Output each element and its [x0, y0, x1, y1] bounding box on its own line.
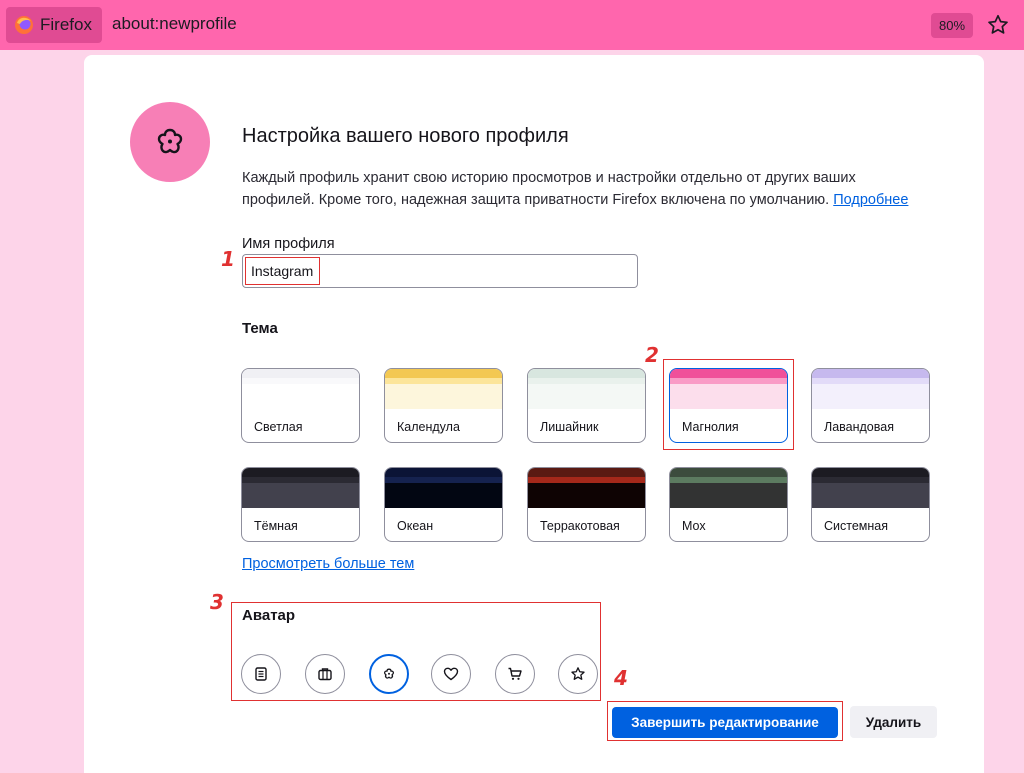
- swatch-bar: [670, 384, 787, 409]
- avatar-option-shopping-cart[interactable]: [495, 654, 535, 694]
- more-themes-link[interactable]: Просмотреть больше тем: [242, 556, 414, 572]
- theme-label: Терракотовая: [540, 519, 620, 533]
- profile-name-input[interactable]: [242, 254, 638, 288]
- swatch-bar: [528, 483, 645, 508]
- theme-swatch: [385, 468, 502, 508]
- avatar-option-briefcase[interactable]: [305, 654, 345, 694]
- swatch-bar: [242, 468, 359, 477]
- flower-icon: [157, 128, 183, 154]
- page-title: Настройка вашего нового профиля: [242, 125, 569, 147]
- delete-button[interactable]: Удалить: [850, 706, 937, 738]
- theme-swatch: [812, 468, 929, 508]
- swatch-bar: [242, 483, 359, 508]
- theme-card-lichen[interactable]: Лишайник: [527, 368, 646, 443]
- swatch-bar: [812, 369, 929, 378]
- swatch-bar: [528, 369, 645, 378]
- theme-swatch: [242, 369, 359, 409]
- swatch-bar: [528, 384, 645, 409]
- avatar-option-flower[interactable]: [369, 654, 409, 694]
- annotation-number: 2: [645, 343, 659, 367]
- theme-card-moss[interactable]: Мох: [669, 467, 788, 542]
- theme-label: Лавандовая: [824, 420, 894, 434]
- browser-toolbar: Firefox about:newprofile 80%: [0, 0, 1024, 50]
- swatch-bar: [242, 369, 359, 378]
- theme-label: Тёмная: [254, 519, 298, 533]
- swatch-bar: [385, 483, 502, 508]
- profile-card: Настройка вашего нового профиля Каждый п…: [84, 55, 984, 773]
- theme-card-light[interactable]: Светлая: [241, 368, 360, 443]
- bookmark-star-icon[interactable]: [986, 13, 1010, 37]
- theme-swatch: [528, 468, 645, 508]
- theme-swatch: [670, 369, 787, 409]
- avatar-heading: Аватар: [242, 607, 296, 624]
- theme-swatch: [242, 468, 359, 508]
- finish-editing-button[interactable]: Завершить редактирование: [612, 707, 838, 738]
- profile-name-label: Имя профиля: [242, 236, 335, 252]
- theme-label: Мох: [682, 519, 706, 533]
- theme-card-marigold[interactable]: Календула: [384, 368, 503, 443]
- theme-card-terracotta[interactable]: Терракотовая: [527, 467, 646, 542]
- avatar-option-heart[interactable]: [431, 654, 471, 694]
- theme-label: Лишайник: [540, 420, 599, 434]
- profile-avatar: [130, 102, 210, 182]
- heart-icon: [443, 667, 459, 681]
- theme-card-ocean[interactable]: Океан: [384, 467, 503, 542]
- swatch-bar: [670, 369, 787, 378]
- avatar-option-star[interactable]: [558, 654, 598, 694]
- flower-icon: [383, 668, 395, 679]
- swatch-bar: [812, 468, 929, 477]
- firefox-logo-icon: [15, 16, 33, 34]
- theme-card-lavender[interactable]: Лавандовая: [811, 368, 930, 443]
- theme-card-system[interactable]: Системная: [811, 467, 930, 542]
- theme-label: Системная: [824, 519, 889, 533]
- theme-card-dark[interactable]: Тёмная: [241, 467, 360, 542]
- swatch-bar: [670, 483, 787, 508]
- theme-label: Календула: [397, 420, 460, 434]
- annotation-number: 4: [614, 666, 628, 690]
- description-text: Каждый профиль хранит свою историю просм…: [242, 170, 856, 208]
- swatch-bar: [385, 468, 502, 477]
- swatch-bar: [385, 384, 502, 409]
- swatch-bar: [385, 369, 502, 378]
- theme-swatch: [670, 468, 787, 508]
- theme-label: Светлая: [254, 420, 303, 434]
- swatch-bar: [528, 468, 645, 477]
- swatch-bar: [812, 483, 929, 508]
- theme-label: Магнолия: [682, 420, 739, 434]
- star-icon: [571, 667, 585, 680]
- theme-card-magnolia[interactable]: Магнолия: [669, 368, 788, 443]
- theme-swatch: [528, 369, 645, 409]
- theme-swatch: [385, 369, 502, 409]
- swatch-bar: [812, 384, 929, 409]
- avatar-option-book[interactable]: [241, 654, 281, 694]
- theme-label: Океан: [397, 519, 434, 533]
- profile-description: Каждый профиль хранит свою историю просм…: [242, 167, 932, 211]
- learn-more-link[interactable]: Подробнее: [833, 192, 908, 208]
- annotation-number: 3: [210, 590, 224, 614]
- zoom-indicator[interactable]: 80%: [931, 13, 973, 38]
- identity-label: Firefox: [40, 15, 92, 34]
- swatch-bar: [242, 384, 359, 409]
- annotation-number: 1: [221, 247, 235, 271]
- theme-swatch: [812, 369, 929, 409]
- firefox-identity-button[interactable]: Firefox: [6, 7, 102, 43]
- theme-heading: Тема: [242, 320, 278, 337]
- swatch-bar: [670, 468, 787, 477]
- shopping-cart-icon: [508, 667, 522, 680]
- briefcase-icon: [318, 668, 332, 681]
- url-text[interactable]: about:newprofile: [112, 14, 237, 34]
- book-icon: [255, 667, 267, 681]
